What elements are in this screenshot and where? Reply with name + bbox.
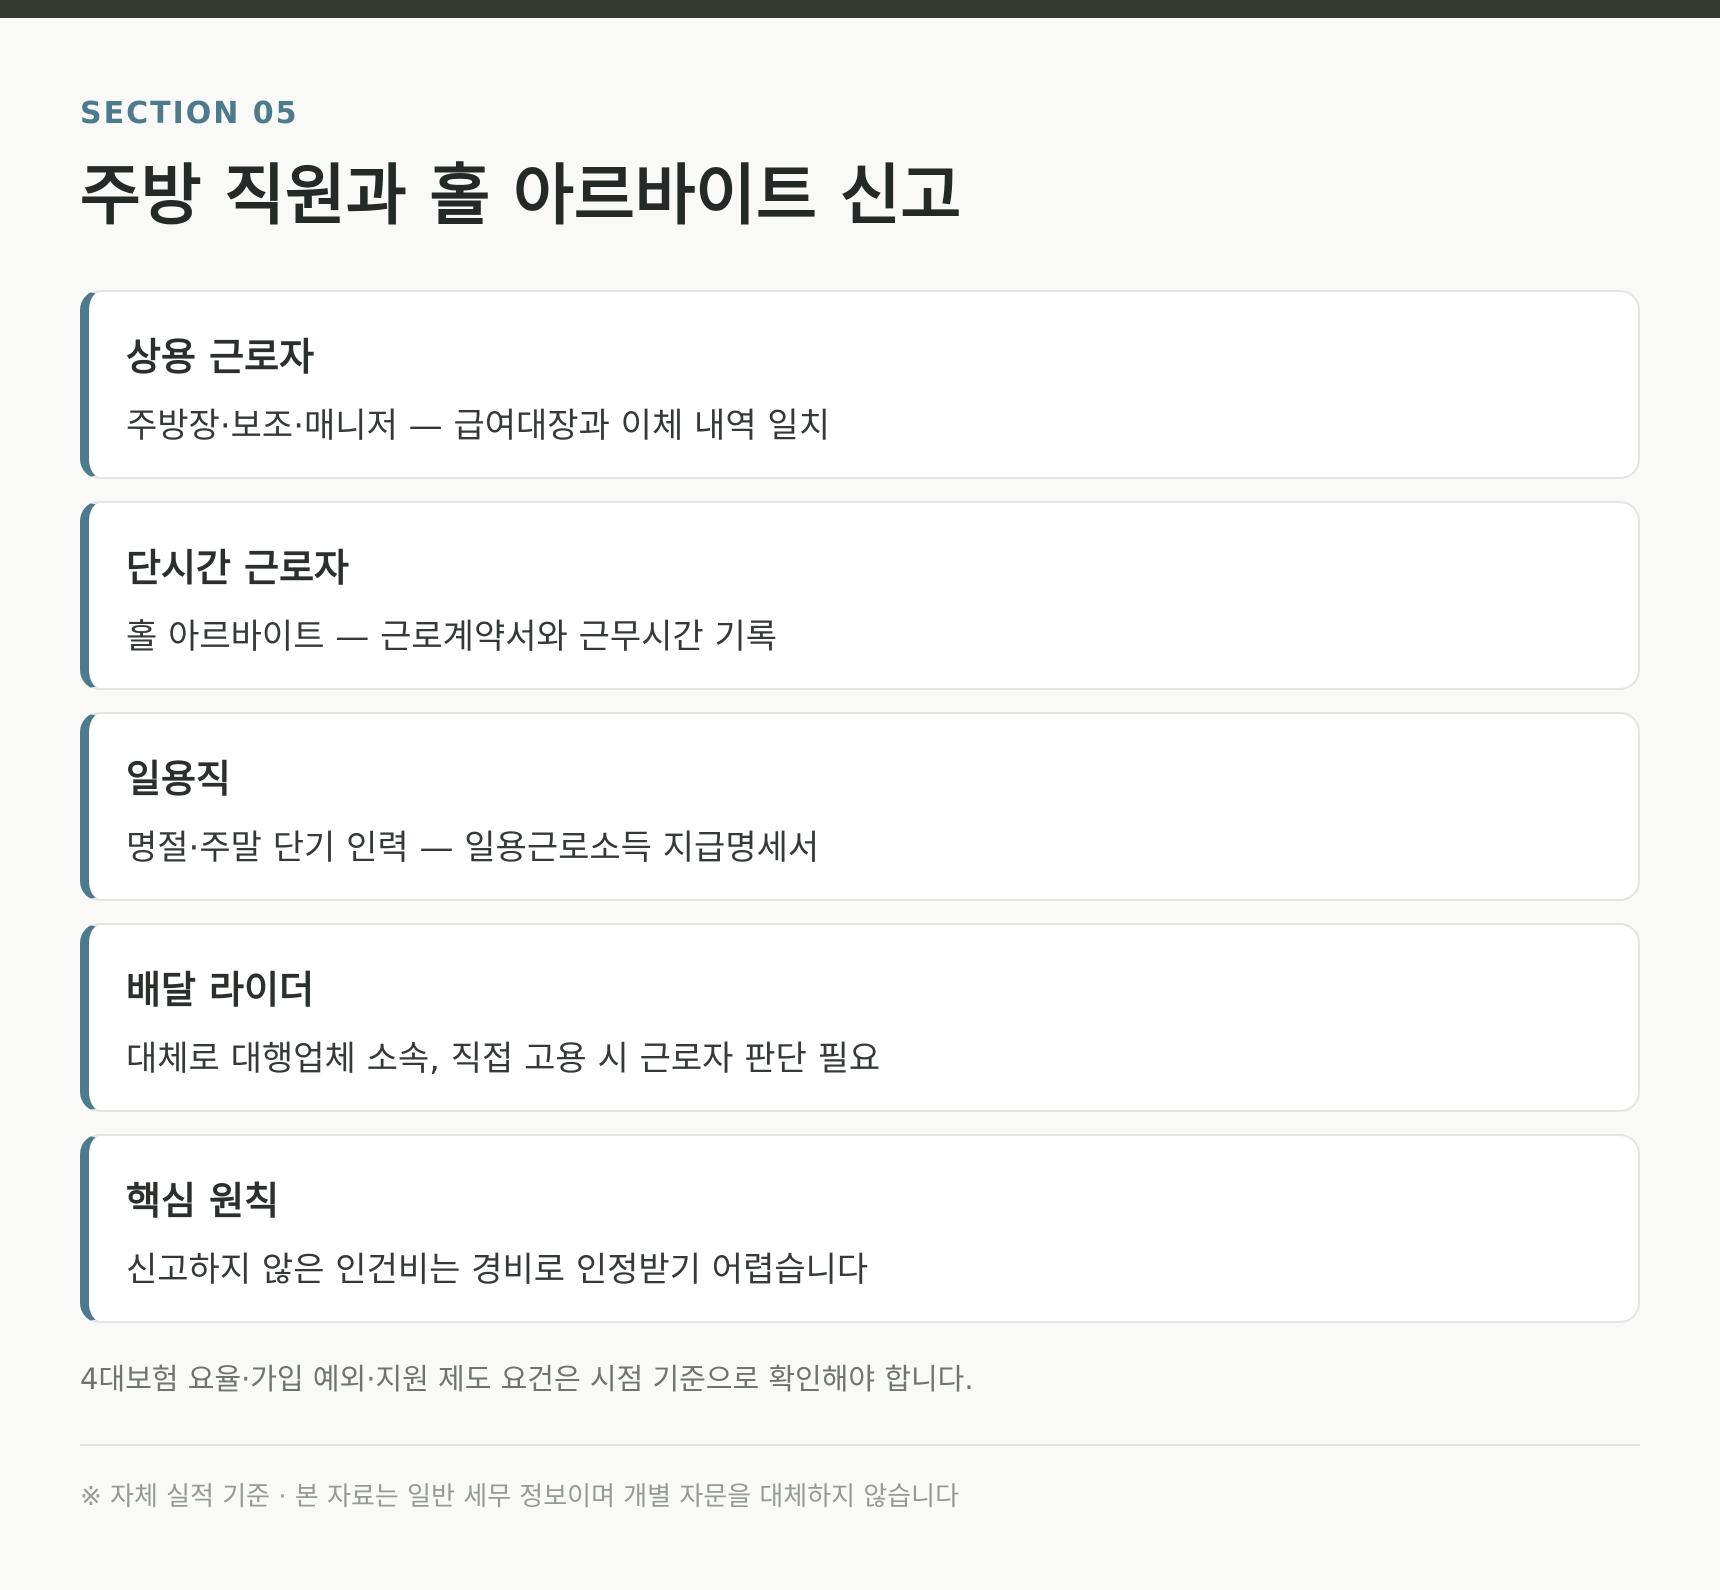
divider — [80, 1444, 1640, 1446]
card-description: 주방장·보조·매니저 — 급여대장과 이체 내역 일치 — [126, 406, 830, 446]
card-title: 단시간 근로자 — [126, 546, 349, 590]
section-label: SECTION 05 — [80, 96, 299, 131]
card-daily-worker: 일용직 명절·주말 단기 인력 — 일용근로소득 지급명세서 — [80, 712, 1640, 901]
card-description: 홀 아르바이트 — 근로계약서와 근무시간 기록 — [126, 617, 778, 657]
card-part-time-worker: 단시간 근로자 홀 아르바이트 — 근로계약서와 근무시간 기록 — [80, 501, 1640, 690]
card-list: 상용 근로자 주방장·보조·매니저 — 급여대장과 이체 내역 일치 단시간 근… — [80, 290, 1640, 1345]
card-title: 일용직 — [126, 757, 231, 801]
card-key-principle: 핵심 원칙 신고하지 않은 인건비는 경비로 인정받기 어렵습니다 — [80, 1134, 1640, 1323]
top-bar — [0, 0, 1720, 18]
footer-disclaimer: ※ 자체 실적 기준 · 본 자료는 일반 세무 정보이며 개별 자문을 대체하… — [80, 1482, 960, 1512]
card-regular-worker: 상용 근로자 주방장·보조·매니저 — 급여대장과 이체 내역 일치 — [80, 290, 1640, 479]
card-title: 상용 근로자 — [126, 335, 315, 379]
card-title: 핵심 원칙 — [126, 1179, 280, 1223]
card-delivery-rider: 배달 라이더 대체로 대행업체 소속, 직접 고용 시 근로자 판단 필요 — [80, 923, 1640, 1112]
insurance-note: 4대보험 요율·가입 예외·지원 제도 요건은 시점 기준으로 확인해야 합니다… — [80, 1362, 974, 1396]
card-description: 대체로 대행업체 소속, 직접 고용 시 근로자 판단 필요 — [126, 1039, 881, 1079]
card-description: 명절·주말 단기 인력 — 일용근로소득 지급명세서 — [126, 828, 820, 868]
card-description: 신고하지 않은 인건비는 경비로 인정받기 어렵습니다 — [126, 1250, 869, 1290]
page-title: 주방 직원과 홀 아르바이트 신고 — [80, 157, 962, 234]
card-title: 배달 라이더 — [126, 968, 315, 1012]
